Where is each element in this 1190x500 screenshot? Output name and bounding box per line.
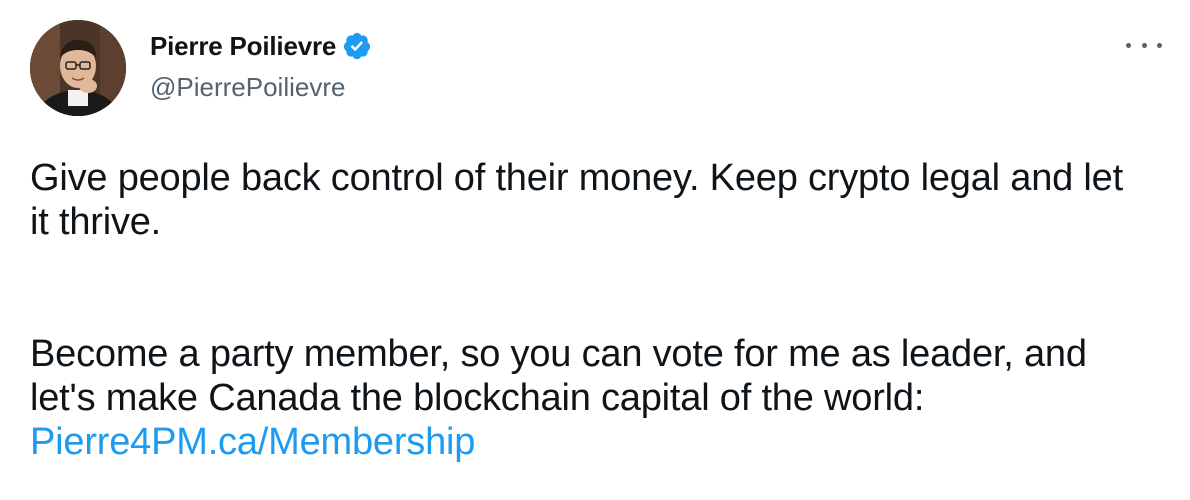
tweet-card: Pierre Poilievre @PierrePoilievre Give p…: [0, 0, 1190, 500]
membership-link[interactable]: Pierre4PM.ca/Membership: [30, 421, 475, 463]
tweet-paragraph-2-text: Become a party member, so you can vote f…: [30, 333, 1087, 419]
more-dot: [1157, 42, 1162, 48]
verified-badge-icon: [342, 31, 372, 61]
author-handle[interactable]: @PierrePoilievre: [150, 72, 345, 103]
tweet-paragraph-2: Become a party member, so you can vote f…: [30, 332, 1150, 464]
author-name-row: Pierre Poilievre: [150, 28, 372, 64]
more-dot: [1126, 42, 1131, 48]
tweet-paragraph-1: Give people back control of their money.…: [30, 157, 1123, 243]
author-display-name[interactable]: Pierre Poilievre: [150, 31, 336, 62]
avatar-photo-icon: [30, 20, 126, 116]
avatar[interactable]: [30, 20, 126, 116]
more-options-icon[interactable]: [1126, 30, 1162, 60]
tweet-text: Give people back control of their money.…: [30, 156, 1150, 464]
more-dot: [1141, 42, 1147, 48]
